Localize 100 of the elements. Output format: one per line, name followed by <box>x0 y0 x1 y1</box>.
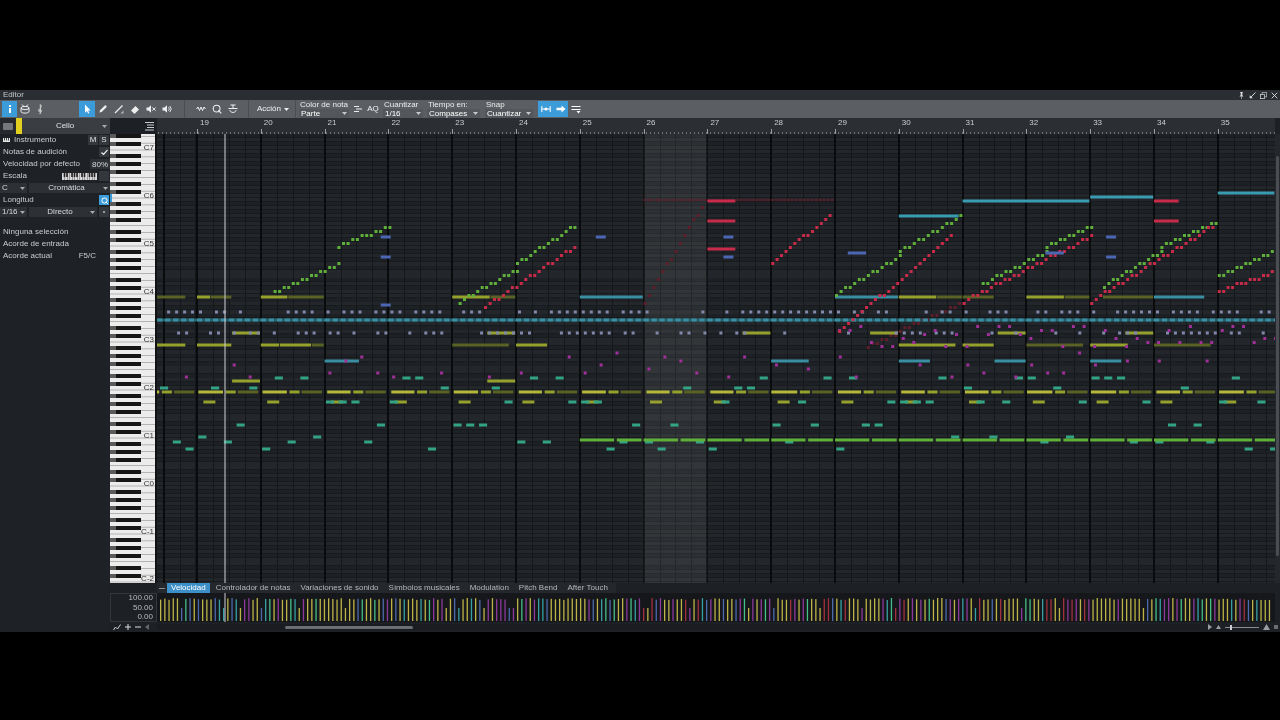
caret-icon <box>102 124 107 128</box>
drum-button[interactable] <box>17 101 32 117</box>
mode-dropdown[interactable]: Directo <box>29 207 97 217</box>
slider-thumb[interactable] <box>1229 624 1232 630</box>
bar-number: 19 <box>199 119 209 127</box>
scale-label: 100.00 <box>128 594 153 602</box>
arrow-tool-button[interactable] <box>79 101 95 117</box>
bar-number: 20 <box>262 119 273 127</box>
bar-number: 23 <box>454 119 465 127</box>
scale-dropdown[interactable]: Cromática <box>29 183 110 193</box>
row-label: Acorde de entrada <box>3 240 69 248</box>
scale-label: 50.00 <box>132 603 153 612</box>
length-dropdown[interactable]: 1/16 <box>0 207 27 217</box>
snap-dropdown[interactable]: Cuantizar <box>485 108 533 118</box>
lane-tab[interactable]: Modulation <box>465 583 513 593</box>
scrollbar-thumb[interactable] <box>285 625 413 629</box>
tick-icon <box>100 149 108 155</box>
line-icon <box>114 104 124 114</box>
zigzag-icon <box>196 104 206 114</box>
toolbar-label: Snap <box>485 100 505 109</box>
toolbar-label: Color de nota <box>299 100 349 109</box>
curve-icon <box>113 623 121 631</box>
octave-label: C1 <box>143 432 154 440</box>
row-label: Velocidad por defecto <box>3 160 80 168</box>
timeline-ruler[interactable]: 19 20 21 22 23 24 25 26 27 28 29 30 31 32 33 34 35 <box>157 118 1275 134</box>
vertical-scrollbar[interactable] <box>1275 134 1280 583</box>
bar-number: 25 <box>581 119 592 127</box>
left-triangle-icon <box>145 624 149 630</box>
lines-icon <box>353 104 363 114</box>
auto-quantize-button[interactable]: AQ <box>366 103 380 115</box>
bar-number: 30 <box>900 119 911 127</box>
lane-tab[interactable]: Variaciones de sonido <box>296 583 383 593</box>
lane-tab[interactable]: Velocidad <box>167 583 210 593</box>
octave-label: C2 <box>143 384 154 392</box>
scale-label: 0.00 <box>137 613 153 621</box>
horizontal-scrollbar[interactable] <box>157 624 1200 630</box>
row-label: Acorde actual <box>3 252 52 260</box>
scrollbar-thumb[interactable] <box>1276 156 1279 556</box>
speaker-icon <box>162 104 172 114</box>
note-color-dropdown[interactable]: Parte <box>299 108 349 118</box>
small-mountain-icon <box>1216 625 1221 629</box>
length-option-button[interactable] <box>99 207 109 217</box>
bar-number: 26 <box>645 119 656 127</box>
bar-number: 32 <box>1028 119 1039 127</box>
dash-icon <box>159 587 165 589</box>
panel-icon <box>3 122 13 130</box>
caret-icon <box>284 107 289 111</box>
arrow-icon <box>1249 91 1256 99</box>
caret-icon <box>20 186 25 190</box>
bar-number: 29 <box>836 119 847 127</box>
forward-button[interactable] <box>553 101 568 117</box>
swatch-icon <box>16 118 22 134</box>
keyboard-icon <box>3 138 10 142</box>
mini-keyboard-icon <box>62 172 97 180</box>
toolbar-label: Tiempo en: <box>427 100 469 109</box>
root-dropdown[interactable]: C <box>0 183 27 193</box>
close-icon <box>1271 91 1278 99</box>
minus-icon <box>135 626 141 628</box>
row-label: Longitud <box>3 196 34 204</box>
ring-icon <box>212 104 222 114</box>
piano-roll-grid[interactable] <box>157 134 1275 583</box>
lane-tab[interactable]: Símbolos musicales <box>384 583 464 593</box>
bar-number: 34 <box>1155 119 1166 127</box>
solo-button[interactable]: S <box>99 135 109 145</box>
bar-number: 35 <box>1219 119 1230 127</box>
mute-button[interactable]: M <box>88 135 98 145</box>
audition-checkbox[interactable] <box>99 147 109 157</box>
action-menu[interactable]: Acción <box>255 102 291 116</box>
caret-icon <box>90 210 95 214</box>
pin-icon <box>1238 91 1245 99</box>
playhead-line <box>224 593 226 622</box>
mute-icon <box>146 104 156 114</box>
velocity-field[interactable]: 80% <box>90 159 110 169</box>
row-label: Escala <box>3 172 27 180</box>
bar-number: 28 <box>773 119 784 127</box>
piano-keyboard-drawing[interactable] <box>110 134 157 583</box>
scale-toggle[interactable] <box>99 171 109 181</box>
lane-tab[interactable]: Controlador de notas <box>211 583 295 593</box>
bar-number: 22 <box>390 119 401 127</box>
large-mountain-icon <box>1263 624 1270 630</box>
chord-value: F5/C <box>78 252 96 260</box>
octave-label: C6 <box>143 192 154 200</box>
row-label: Instrumento <box>14 136 57 144</box>
caret-icon <box>416 111 421 115</box>
pointer-icon <box>82 104 92 114</box>
bar-number: 33 <box>1092 119 1103 127</box>
inspector-button[interactable] <box>2 101 17 117</box>
restore-icon <box>1260 91 1267 99</box>
caret-icon <box>103 186 108 190</box>
velocity-lane[interactable] <box>157 593 1275 622</box>
octave-label: C-2 <box>141 575 154 583</box>
quantize-dropdown[interactable]: 1/16 <box>383 108 423 118</box>
part-dropdown[interactable]: Cello <box>22 118 110 134</box>
caret-icon <box>342 111 347 115</box>
timebase-dropdown[interactable]: Compases <box>427 108 480 118</box>
lines-icon <box>571 104 581 114</box>
lane-tab[interactable]: After Touch <box>563 583 612 593</box>
lane-tab[interactable]: Pitch Bend <box>514 583 562 593</box>
caret-icon <box>473 111 478 115</box>
octave-label: C3 <box>143 336 154 344</box>
